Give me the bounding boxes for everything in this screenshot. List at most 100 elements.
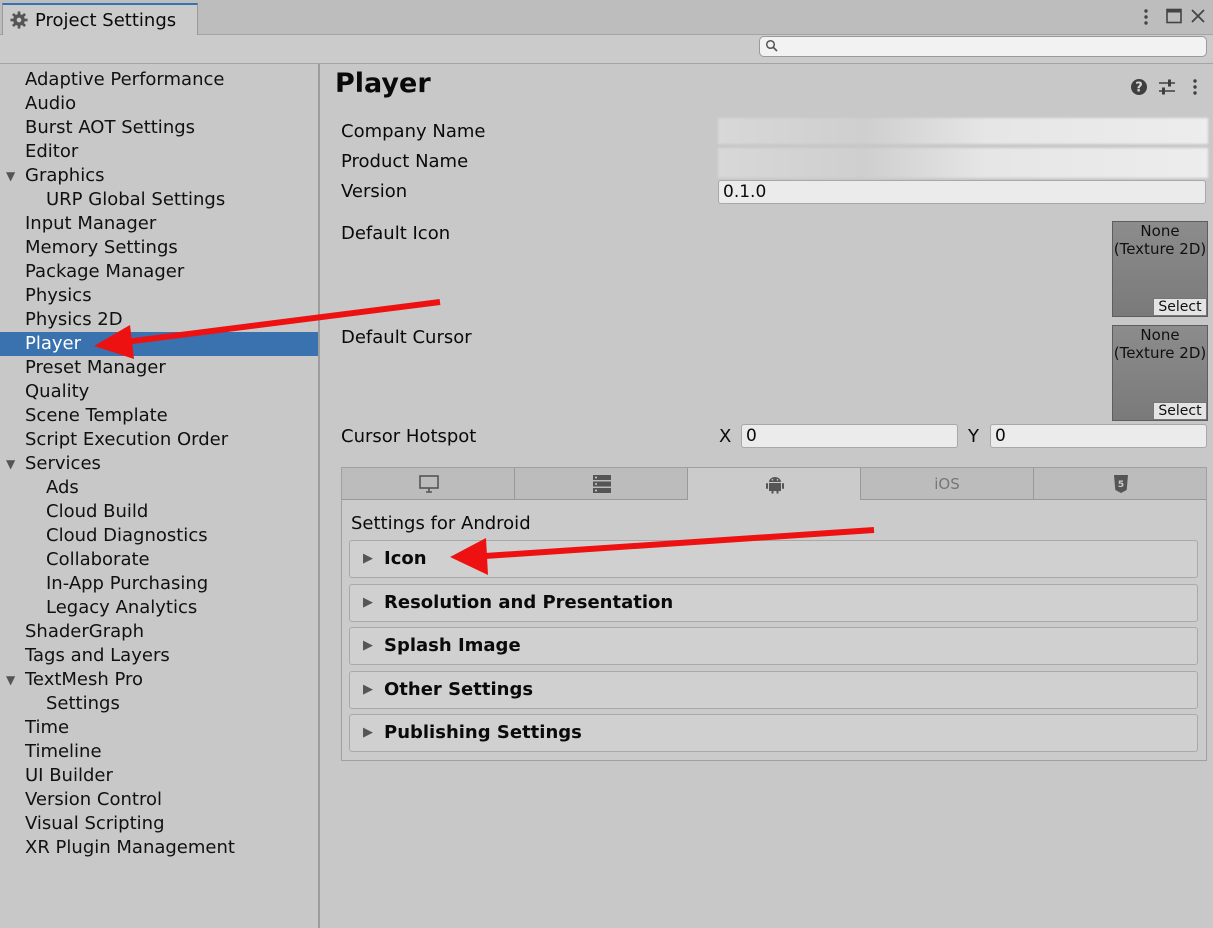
tab-dedicated-server[interactable]	[515, 468, 688, 500]
sidebar-item-collaborate[interactable]: Collaborate	[0, 548, 318, 572]
version-field[interactable]: 0.1.0	[718, 180, 1206, 204]
sidebar-item-label: Cloud Diagnostics	[46, 525, 208, 546]
settings-category-list: Adaptive Performance Audio Burst AOT Setti…	[0, 64, 320, 928]
sidebar-item-label: TextMesh Pro	[25, 669, 144, 690]
preset-sliders-icon[interactable]	[1158, 78, 1176, 96]
sidebar-item-ads[interactable]: Ads	[0, 476, 318, 500]
sidebar-item-ui-builder[interactable]: UI Builder	[0, 764, 318, 788]
expand-arrow-icon[interactable]: ▶	[363, 595, 373, 610]
svg-text:5: 5	[1118, 480, 1124, 490]
foldout-other-settings[interactable]: ▶ Other Settings	[349, 670, 1198, 709]
default-cursor-texture-field[interactable]: None (Texture 2D) Select	[1112, 325, 1208, 421]
player-settings-panel: Player ? Company Name Product Name Versi…	[320, 64, 1213, 928]
sidebar-item-time[interactable]: Time	[0, 716, 318, 740]
sidebar-item-label: ShaderGraph	[25, 621, 144, 642]
sidebar-item-label: Physics 2D	[25, 309, 123, 330]
sidebar-item-graphics[interactable]: ▼ Graphics	[0, 164, 318, 188]
product-name-field[interactable]	[718, 148, 1208, 178]
hotspot-y-label: Y	[968, 426, 979, 447]
sidebar-item-label: Settings	[46, 693, 120, 714]
default-icon-texture-field[interactable]: None (Texture 2D) Select	[1112, 221, 1208, 317]
tab-standalone[interactable]	[342, 468, 515, 500]
foldout-arrow-icon[interactable]: ▼	[6, 452, 15, 476]
sidebar-item-xr-plugin-management[interactable]: XR Plugin Management	[0, 836, 318, 860]
hotspot-y-field[interactable]: 0	[990, 424, 1207, 448]
sidebar-item-settings[interactable]: Settings	[0, 692, 318, 716]
sidebar-item-scene-template[interactable]: Scene Template	[0, 404, 318, 428]
sidebar-item-player[interactable]: Player	[0, 332, 318, 356]
default-icon-select-button[interactable]: Select	[1153, 298, 1207, 316]
company-name-label: Company Name	[341, 121, 486, 142]
sidebar-item-adaptive-performance[interactable]: Adaptive Performance	[0, 68, 318, 92]
help-icon[interactable]: ?	[1130, 78, 1148, 96]
foldout-arrow-icon[interactable]: ▼	[6, 668, 15, 692]
expand-arrow-icon[interactable]: ▶	[363, 638, 373, 653]
sidebar-item-timeline[interactable]: Timeline	[0, 740, 318, 764]
sidebar-item-cloud-build[interactable]: Cloud Build	[0, 500, 318, 524]
foldout-resolution-and-presentation[interactable]: ▶ Resolution and Presentation	[349, 583, 1198, 622]
sidebar-item-quality[interactable]: Quality	[0, 380, 318, 404]
sidebar-item-label: Time	[25, 717, 70, 738]
sidebar-item-label: Preset Manager	[25, 357, 166, 378]
sidebar-item-legacy-analytics[interactable]: Legacy Analytics	[0, 596, 318, 620]
expand-arrow-icon[interactable]: ▶	[363, 551, 373, 566]
default-cursor-select-button[interactable]: Select	[1153, 402, 1207, 420]
more-vertical-icon[interactable]	[1190, 78, 1200, 96]
foldout-publishing-settings[interactable]: ▶ Publishing Settings	[349, 714, 1198, 752]
sidebar-item-textmesh-pro[interactable]: ▼ TextMesh Pro	[0, 668, 318, 692]
expand-arrow-icon[interactable]: ▶	[363, 682, 373, 697]
foldout-icon[interactable]: ▶ Icon	[349, 540, 1198, 578]
foldout-title: Icon	[384, 548, 427, 569]
sidebar-item-script-execution-order[interactable]: Script Execution Order	[0, 428, 318, 452]
foldout-arrow-icon[interactable]: ▼	[6, 164, 15, 188]
sidebar-item-input-manager[interactable]: Input Manager	[0, 212, 318, 236]
company-name-field[interactable]	[718, 118, 1208, 144]
sidebar-item-label: UI Builder	[25, 765, 113, 786]
sidebar-item-physics-2d[interactable]: Physics 2D	[0, 308, 318, 332]
sidebar-item-burst-aot-settings[interactable]: Burst AOT Settings	[0, 116, 318, 140]
gear-icon	[10, 11, 28, 29]
sidebar-item-shadergraph[interactable]: ShaderGraph	[0, 620, 318, 644]
sidebar-item-physics[interactable]: Physics	[0, 284, 318, 308]
sidebar-item-label: Visual Scripting	[25, 813, 165, 834]
sidebar-item-services[interactable]: ▼ Services	[0, 452, 318, 476]
foldout-title: Splash Image	[384, 635, 521, 656]
android-icon	[766, 477, 784, 494]
sidebar-item-label: Script Execution Order	[25, 429, 229, 450]
sidebar-item-label: Burst AOT Settings	[25, 117, 196, 138]
default-cursor-label: Default Cursor	[341, 327, 472, 348]
svg-text:?: ?	[1135, 81, 1143, 96]
texture-type-text: (Texture 2D)	[1113, 240, 1207, 258]
sidebar-item-tags-and-layers[interactable]: Tags and Layers	[0, 644, 318, 668]
window-title-bar: Project Settings	[0, 0, 1213, 35]
sidebar-item-cloud-diagnostics[interactable]: Cloud Diagnostics	[0, 524, 318, 548]
tab-android[interactable]	[688, 468, 861, 500]
maximize-icon[interactable]	[1166, 8, 1182, 24]
more-vertical-icon[interactable]	[1141, 8, 1151, 26]
close-icon[interactable]	[1190, 8, 1206, 24]
sidebar-item-urp-global-settings[interactable]: URP Global Settings	[0, 188, 318, 212]
version-label: Version	[341, 181, 408, 202]
sidebar-item-version-control[interactable]: Version Control	[0, 788, 318, 812]
sidebar-item-in-app-purchasing[interactable]: In-App Purchasing	[0, 572, 318, 596]
project-settings-tab[interactable]: Project Settings	[2, 3, 198, 35]
foldout-title: Publishing Settings	[384, 722, 582, 743]
toolbar	[0, 35, 1213, 64]
sidebar-item-label: Player	[25, 333, 82, 354]
page-title: Player	[335, 68, 431, 99]
sidebar-item-audio[interactable]: Audio	[0, 92, 318, 116]
tab-webgl[interactable]: 5	[1034, 468, 1206, 500]
sidebar-item-label: URP Global Settings	[46, 189, 226, 210]
tab-ios[interactable]: iOS	[861, 468, 1034, 500]
hotspot-x-field[interactable]: 0	[741, 424, 958, 448]
sidebar-item-package-manager[interactable]: Package Manager	[0, 260, 318, 284]
sidebar-item-editor[interactable]: Editor	[0, 140, 318, 164]
sidebar-item-visual-scripting[interactable]: Visual Scripting	[0, 812, 318, 836]
sidebar-item-memory-settings[interactable]: Memory Settings	[0, 236, 318, 260]
expand-arrow-icon[interactable]: ▶	[363, 725, 373, 740]
desktop-monitor-icon	[419, 475, 439, 493]
tab-title: Project Settings	[35, 10, 177, 31]
foldout-splash-image[interactable]: ▶ Splash Image	[349, 627, 1198, 665]
search-input[interactable]	[759, 36, 1207, 57]
sidebar-item-preset-manager[interactable]: Preset Manager	[0, 356, 318, 380]
